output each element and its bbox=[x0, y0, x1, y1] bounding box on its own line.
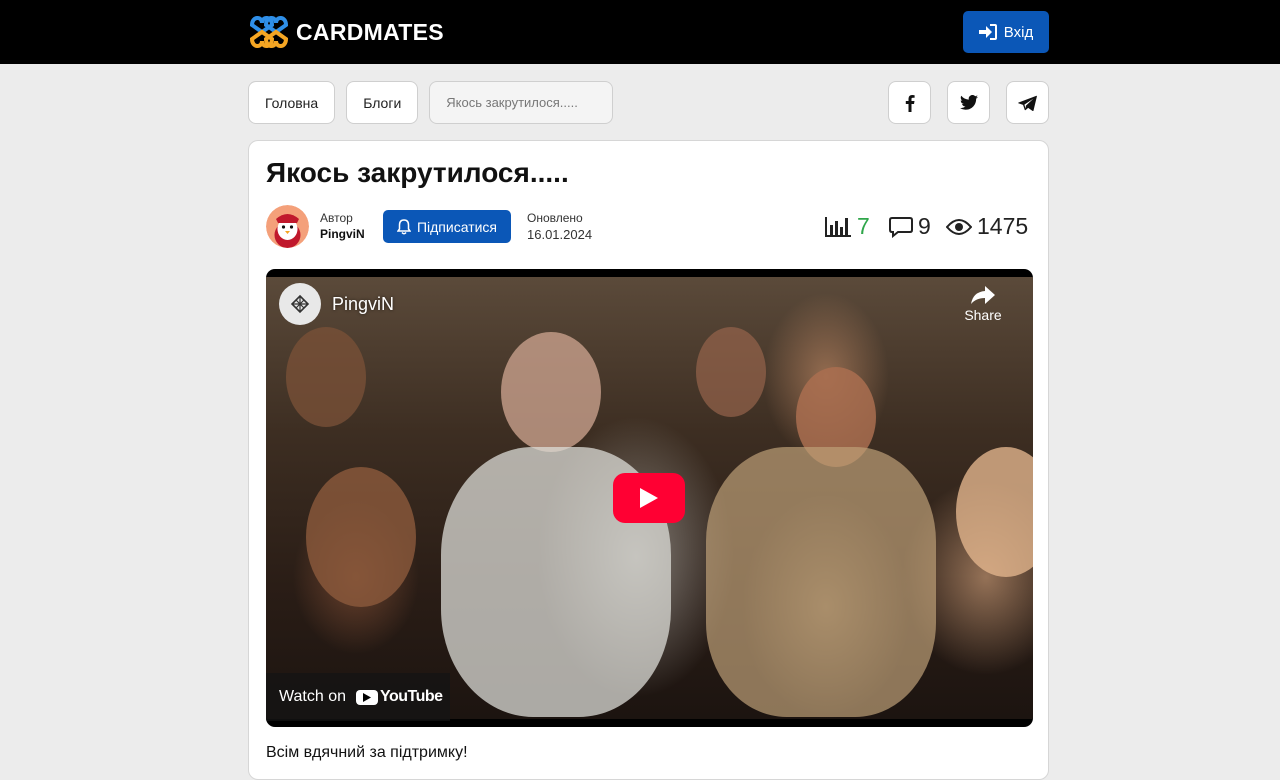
login-button[interactable]: Вхід bbox=[963, 11, 1049, 53]
cardmates-logo-icon bbox=[249, 16, 289, 48]
sign-in-icon bbox=[978, 24, 997, 40]
share-label: Share bbox=[964, 307, 1002, 323]
channel-avatar bbox=[279, 283, 321, 325]
breadcrumb-blogs[interactable]: Блоги bbox=[346, 81, 419, 124]
channel-name: PingviN bbox=[332, 293, 395, 314]
penguin-avatar-icon bbox=[266, 205, 309, 248]
telegram-icon bbox=[1018, 95, 1037, 111]
rank-value: 7 bbox=[857, 213, 870, 239]
watch-on-label: Watch on bbox=[279, 688, 346, 705]
bar-chart-icon bbox=[825, 216, 851, 237]
post-card: Якось закрутилося..... Автор PingviN Під… bbox=[248, 140, 1049, 780]
rank-stat: 7 bbox=[824, 213, 870, 240]
watch-on-youtube-button[interactable]: Watch on YouTube bbox=[266, 673, 450, 721]
views-count: 1475 bbox=[977, 213, 1029, 239]
youtube-logo: YouTube bbox=[356, 688, 443, 706]
bell-icon bbox=[396, 218, 411, 234]
telegram-share-button[interactable] bbox=[1006, 81, 1049, 124]
channel-logo-icon bbox=[290, 294, 310, 314]
comment-icon bbox=[889, 216, 913, 238]
subscribe-label: Підписатися bbox=[416, 218, 498, 235]
views-stat: 1475 bbox=[946, 213, 1028, 240]
author-name[interactable]: PingviN bbox=[320, 227, 365, 241]
author-avatar[interactable] bbox=[266, 205, 309, 248]
facebook-icon bbox=[905, 94, 915, 112]
video-share-button[interactable]: Share bbox=[961, 285, 1005, 323]
youtube-play-icon bbox=[356, 689, 378, 705]
play-button[interactable] bbox=[613, 473, 685, 523]
share-icon bbox=[971, 286, 995, 304]
video-channel[interactable]: PingviN bbox=[279, 283, 394, 325]
brand-name: CARDMATES bbox=[296, 18, 444, 45]
twitter-share-button[interactable] bbox=[947, 81, 990, 124]
subscribe-button[interactable]: Підписатися bbox=[383, 210, 511, 243]
facebook-share-button[interactable] bbox=[888, 81, 931, 124]
youtube-wordmark: YouTube bbox=[380, 688, 443, 705]
breadcrumb: Головна Блоги Якось закрутилося..... bbox=[248, 81, 614, 124]
author-label: Автор bbox=[320, 211, 353, 225]
eye-icon bbox=[946, 218, 972, 235]
comments-stat[interactable]: 9 bbox=[889, 213, 931, 240]
post-body: Всім вдячний за підтримку! bbox=[266, 744, 468, 761]
login-label: Вхід bbox=[1003, 23, 1034, 41]
breadcrumb-current: Якось закрутилося..... bbox=[429, 81, 614, 124]
updated-date: 16.01.2024 bbox=[527, 227, 593, 242]
breadcrumb-home[interactable]: Головна bbox=[248, 81, 336, 124]
youtube-embed[interactable]: PingviN Share Watch on YouTube bbox=[266, 269, 1033, 727]
updated-label: Оновлено bbox=[527, 211, 583, 225]
twitter-icon bbox=[959, 95, 978, 110]
site-logo[interactable]: CARDMATES bbox=[248, 10, 444, 54]
top-navbar: CARDMATES Вхід bbox=[0, 0, 1280, 64]
play-icon bbox=[640, 488, 658, 508]
comments-count: 9 bbox=[918, 213, 931, 239]
post-title: Якось закрутилося..... bbox=[266, 157, 569, 188]
